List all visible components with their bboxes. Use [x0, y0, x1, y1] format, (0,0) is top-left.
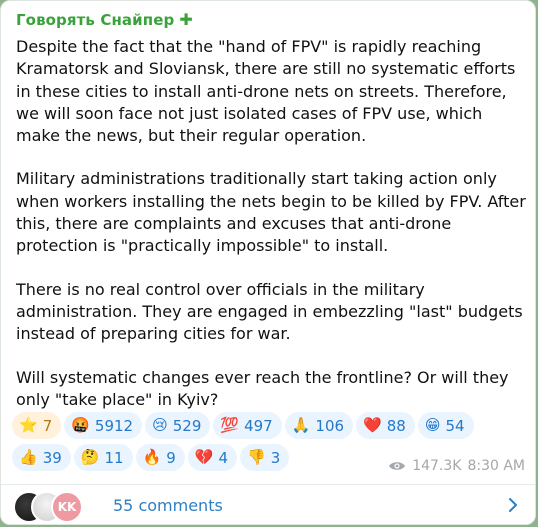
reaction-fire[interactable]: 🔥 9 — [135, 444, 185, 471]
reactions-row-2: 👍 39 🤔 11 🔥 9 💔 4 👎 3 — [12, 444, 292, 471]
grinning-face-icon: 😁 — [424, 416, 441, 434]
reaction-count: 529 — [172, 416, 202, 435]
comments-link[interactable]: 55 comments — [113, 496, 507, 515]
eye-icon — [389, 462, 406, 470]
message-bubble: Говорять Снайпер ✚ Despite the fact that… — [0, 0, 536, 525]
crying-face-icon: 😢 — [152, 416, 168, 434]
message-meta: 147.3K 8:30 AM — [388, 458, 525, 474]
paragraph: Will systematic changes ever reach the f… — [16, 367, 509, 409]
paragraph: Despite the fact that the "hand of FPV" … — [16, 37, 516, 146]
thumbs-down-icon: 👎 — [247, 448, 266, 466]
reaction-count: 39 — [42, 448, 62, 467]
reaction-broken-heart[interactable]: 💔 4 — [187, 444, 238, 471]
reaction-grin[interactable]: 😁 54 — [417, 412, 474, 439]
reaction-cursing[interactable]: 🤬 5912 — [64, 412, 143, 439]
reaction-count: 4 — [218, 448, 229, 467]
commenter-avatars: KK — [13, 485, 95, 525]
sender-name[interactable]: Говорять Снайпер ✚ — [16, 11, 193, 29]
sender-label: Говорять Снайпер — [16, 11, 175, 29]
plus-icon: ✚ — [179, 10, 193, 29]
reaction-count: 7 — [42, 416, 53, 435]
hundred-points-icon: 💯 — [220, 416, 240, 434]
reactions-row-1: ⭐ 7 🤬 5912 😢 529 💯 497 🙏 106 ❤️ 88 😁 54 — [12, 412, 477, 439]
message-text: Despite the fact that the "hand of FPV" … — [16, 36, 531, 432]
reaction-count: 5912 — [94, 416, 134, 435]
fire-icon: 🔥 — [142, 448, 162, 466]
paragraph: There is no real control over officials … — [16, 279, 523, 344]
reaction-count: 3 — [270, 448, 281, 467]
reaction-thumbs-up[interactable]: 👍 39 — [12, 444, 71, 471]
thumbs-up-icon: 👍 — [19, 448, 38, 466]
star-icon: ⭐ — [19, 416, 38, 434]
reaction-count: 497 — [244, 416, 273, 435]
avatar: KK — [51, 491, 83, 523]
cursing-face-icon: 🤬 — [71, 416, 90, 434]
reaction-thumbs-down[interactable]: 👎 3 — [240, 444, 290, 471]
reaction-count: 54 — [445, 416, 465, 435]
comments-bar[interactable]: KK 55 comments — [1, 485, 535, 525]
reaction-crying[interactable]: 😢 529 — [145, 412, 211, 439]
reaction-thinking[interactable]: 🤔 11 — [73, 444, 133, 471]
reaction-count: 11 — [104, 448, 124, 467]
reaction-hundred[interactable]: 💯 497 — [213, 412, 282, 439]
broken-heart-icon: 💔 — [194, 448, 214, 466]
red-heart-icon: ❤️ — [363, 416, 382, 434]
view-count: 147.3K — [412, 458, 462, 474]
paragraph: Military administrations traditionally s… — [16, 169, 526, 256]
reaction-count: 106 — [315, 416, 345, 435]
reaction-count: 88 — [386, 416, 406, 435]
reaction-folded-hands[interactable]: 🙏 106 — [284, 412, 354, 439]
folded-hands-icon: 🙏 — [291, 416, 311, 434]
thinking-face-icon: 🤔 — [80, 448, 100, 466]
reaction-heart[interactable]: ❤️ 88 — [356, 412, 415, 439]
reaction-star[interactable]: ⭐ 7 — [12, 412, 62, 439]
reaction-count: 9 — [166, 448, 176, 467]
chevron-right-icon — [509, 498, 517, 512]
timestamp: 8:30 AM — [467, 458, 525, 474]
